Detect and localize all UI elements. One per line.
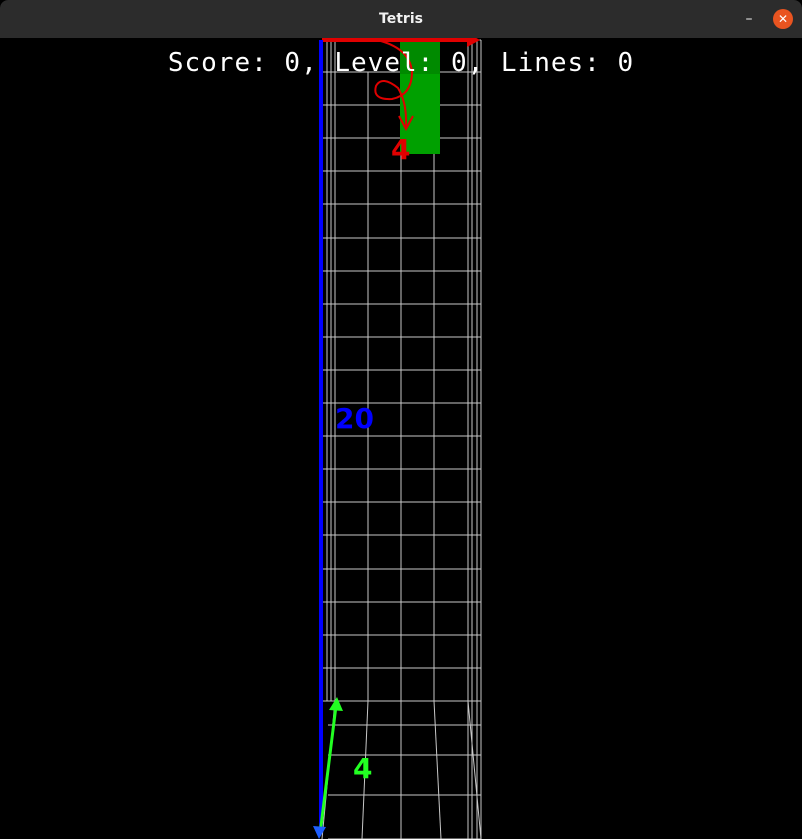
game-window: Tetris – ✕ Score: 0, Level: 0, Lines: 0 … [0,0,802,839]
minimize-button[interactable]: – [738,8,760,30]
depth-axis-label: 4 [353,752,373,785]
title-bar[interactable]: Tetris – ✕ [0,0,802,38]
depth-axis-arrow [313,697,343,839]
close-button[interactable]: ✕ [773,9,793,29]
score-display: Score: 0, Level: 0, Lines: 0 [167,48,635,78]
width-axis-label: 4 [391,133,411,166]
window-title: Tetris [379,11,423,27]
grid-line [467,700,482,839]
height-axis-label: 20 [335,402,374,435]
grid-line [433,700,442,839]
